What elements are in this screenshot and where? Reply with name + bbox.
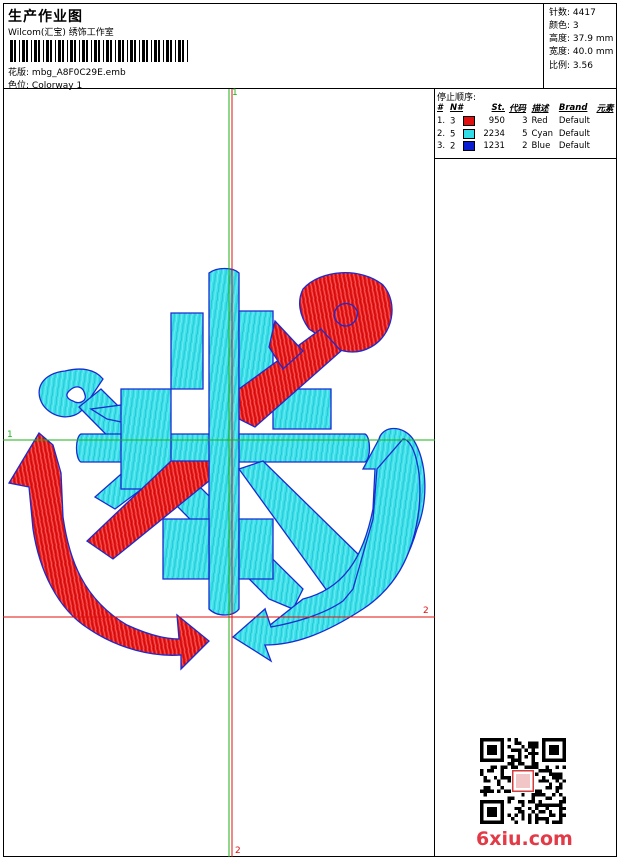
color-swatch [463, 128, 476, 139]
row-desc: Cyan [531, 128, 554, 139]
needle-number: 5 [449, 129, 456, 139]
row-needle: 3 [448, 115, 480, 128]
col-code: 代码 [508, 104, 526, 114]
company-name: Wilcom(汇宝) 绣饰工作室 [8, 28, 114, 38]
stat-stitches: 针数: 4417 [549, 8, 596, 18]
axis-label-left: 1 [7, 430, 13, 440]
page-title: 生产作业图 [8, 9, 83, 25]
header-panel: 生产作业图 Wilcom(汇宝) 绣饰工作室 花版: mbg_A8F0C29E.… [3, 3, 544, 91]
row-index: 3. [437, 141, 446, 152]
color-swatch [463, 116, 476, 126]
needle-number: 3 [449, 116, 456, 127]
row-brand: Default [558, 128, 590, 139]
row-index: 1. [437, 116, 446, 127]
table-row: 3. 2 1231 2 Blue Default [435, 140, 617, 153]
row-stitches: 1231 [483, 141, 505, 152]
needle-number: 2 [449, 141, 456, 152]
row-needle: 5 [448, 128, 480, 141]
row-stitches: 2234 [483, 128, 505, 139]
design-label: 花版: [8, 68, 30, 78]
table-divider [435, 158, 617, 159]
stats-panel: 针数: 4417 颜色: 3 高度: 37.9 mm 宽度: 40.0 mm 比… [544, 3, 617, 89]
axis-label-bottom: 2 [235, 846, 241, 856]
row-stitches: 950 [488, 116, 505, 127]
design-canvas: 1 1 2 2 [3, 88, 435, 857]
row-index: 2. [437, 128, 446, 139]
col-brand: Brand [558, 103, 588, 113]
watermark-logo: 6xiu.com [476, 828, 573, 850]
row-code: 2 [522, 141, 528, 152]
row-code: 3 [522, 116, 528, 127]
axis-label-top: 1 [232, 88, 238, 98]
barcode-icon [10, 40, 188, 62]
design-value: mbg_A8F0C29E.emb [31, 68, 126, 78]
col-index: # [437, 103, 443, 113]
embroidery-preview [3, 89, 435, 857]
axis-label-right: 2 [423, 606, 429, 616]
design-filename: 花版: mbg_A8F0C29E.emb [8, 65, 126, 78]
color-swatch [463, 141, 476, 151]
table-row: 1. 3 950 3 Red Default [435, 115, 617, 128]
col-needle: N# [449, 103, 464, 113]
qr-code-icon [480, 738, 566, 824]
stat-scale: 比例: 3.56 [549, 61, 593, 71]
row-desc: Red [531, 116, 548, 127]
col-desc: 描述 [531, 104, 549, 114]
row-brand: Default [558, 116, 590, 127]
stat-width: 宽度: 40.0 mm [549, 47, 614, 57]
table-row: 2. 5 2234 5 Cyan Default [435, 128, 617, 141]
table-header-row: # N# St. 代码 描述 Brand 元素 [435, 101, 617, 115]
col-stitches: St. [491, 103, 505, 113]
stop-sequence-table: # N# St. 代码 描述 Brand 元素 1. 3 950 3 Red Defaul… [435, 101, 617, 153]
stat-height: 高度: 37.9 mm [549, 34, 614, 44]
col-element: 元素 [596, 104, 614, 114]
row-brand: Default [558, 141, 590, 152]
row-needle: 2 [448, 140, 480, 153]
stat-colors: 颜色: 3 [549, 21, 579, 31]
row-code: 5 [522, 128, 528, 139]
row-desc: Blue [531, 141, 551, 152]
